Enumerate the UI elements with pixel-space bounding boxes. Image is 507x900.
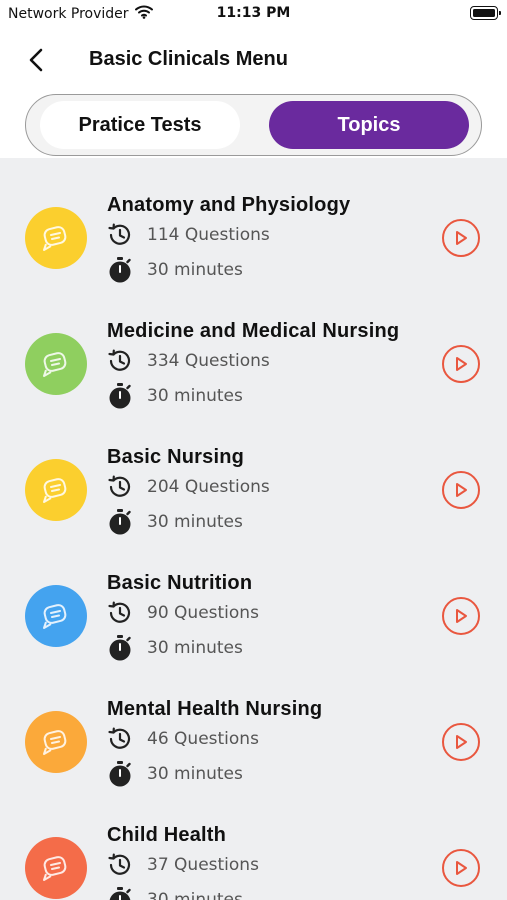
stopwatch-icon — [107, 887, 133, 900]
duration-text: 30 minutes — [147, 890, 243, 900]
list-item[interactable]: Child Health 37 Questions 30 minutes — [0, 788, 507, 900]
play-icon — [456, 609, 467, 623]
status-bar: Network Provider 11:13 PM — [0, 0, 507, 28]
chat-icon — [43, 226, 67, 251]
duration-text: 30 minutes — [147, 638, 243, 658]
tab-topics[interactable]: Topics — [269, 101, 469, 149]
history-icon — [107, 600, 133, 626]
question-count-text: 37 Questions — [147, 855, 259, 875]
play-icon — [456, 231, 467, 245]
page-title: Basic Clinicals Menu — [89, 48, 288, 70]
duration: 30 minutes — [107, 887, 243, 900]
topic-title: Basic Nutrition — [107, 572, 253, 594]
topic-avatar — [25, 459, 87, 521]
stopwatch-icon — [107, 509, 133, 535]
topic-avatar — [25, 837, 87, 899]
duration: 30 minutes — [107, 635, 243, 661]
list-item[interactable]: Anatomy and Physiology 114 Questions 30 mi… — [0, 158, 507, 284]
duration: 30 minutes — [107, 509, 243, 535]
chat-icon — [43, 352, 67, 377]
question-count-text: 114 Questions — [147, 225, 270, 245]
duration-text: 30 minutes — [147, 386, 243, 406]
topic-title: Anatomy and Physiology — [107, 194, 351, 216]
stopwatch-icon — [107, 635, 133, 661]
history-icon — [107, 348, 133, 374]
list-item[interactable]: Basic Nursing 204 Questions 30 minutes — [0, 410, 507, 536]
question-count: 204 Questions — [107, 474, 270, 500]
chat-icon — [43, 856, 67, 881]
stopwatch-icon — [107, 383, 133, 409]
segmented-control: Pratice Tests Topics — [25, 94, 482, 156]
header: Basic Clinicals Menu — [0, 28, 507, 90]
topic-avatar — [25, 333, 87, 395]
question-count: 46 Questions — [107, 726, 259, 752]
topic-title: Medicine and Medical Nursing — [107, 320, 400, 342]
topic-title: Child Health — [107, 824, 227, 846]
question-count-text: 46 Questions — [147, 729, 259, 749]
history-icon — [107, 726, 133, 752]
chat-icon — [43, 604, 67, 629]
topics-list: Anatomy and Physiology 114 Questions 30 mi… — [0, 158, 507, 900]
duration: 30 minutes — [107, 761, 243, 787]
tab-practice-tests[interactable]: Pratice Tests — [40, 101, 240, 149]
stopwatch-icon — [107, 761, 133, 787]
play-button[interactable] — [442, 219, 480, 257]
duration-text: 30 minutes — [147, 764, 243, 784]
topic-title: Basic Nursing — [107, 446, 245, 468]
list-item[interactable]: Basic Nutrition 90 Questions 30 minutes — [0, 536, 507, 662]
stopwatch-icon — [107, 257, 133, 283]
play-button[interactable] — [442, 345, 480, 383]
play-button[interactable] — [442, 849, 480, 887]
question-count: 114 Questions — [107, 222, 270, 248]
list-item[interactable]: Mental Health Nursing 46 Questions 30 minu… — [0, 662, 507, 788]
back-button[interactable] — [18, 44, 54, 76]
play-button[interactable] — [442, 597, 480, 635]
status-time: 11:13 PM — [216, 5, 291, 21]
question-count: 37 Questions — [107, 852, 259, 878]
list-item[interactable]: Medicine and Medical Nursing 334 Question… — [0, 284, 507, 410]
duration-text: 30 minutes — [147, 512, 243, 532]
play-button[interactable] — [442, 723, 480, 761]
history-icon — [107, 222, 133, 248]
chat-icon — [43, 730, 67, 755]
battery-icon — [470, 6, 501, 20]
play-icon — [456, 357, 467, 371]
play-icon — [456, 861, 467, 875]
duration: 30 minutes — [107, 383, 243, 409]
question-count: 90 Questions — [107, 600, 259, 626]
chat-icon — [43, 478, 67, 503]
question-count-text: 90 Questions — [147, 603, 259, 623]
topic-title: Mental Health Nursing — [107, 698, 323, 720]
chevron-left-icon — [29, 48, 43, 72]
history-icon — [107, 852, 133, 878]
topic-avatar — [25, 207, 87, 269]
topic-avatar — [25, 711, 87, 773]
question-count-text: 334 Questions — [147, 351, 270, 371]
play-icon — [456, 483, 467, 497]
question-count: 334 Questions — [107, 348, 270, 374]
question-count-text: 204 Questions — [147, 477, 270, 497]
play-icon — [456, 735, 467, 749]
history-icon — [107, 474, 133, 500]
topic-avatar — [25, 585, 87, 647]
duration: 30 minutes — [107, 257, 243, 283]
duration-text: 30 minutes — [147, 260, 243, 280]
play-button[interactable] — [442, 471, 480, 509]
